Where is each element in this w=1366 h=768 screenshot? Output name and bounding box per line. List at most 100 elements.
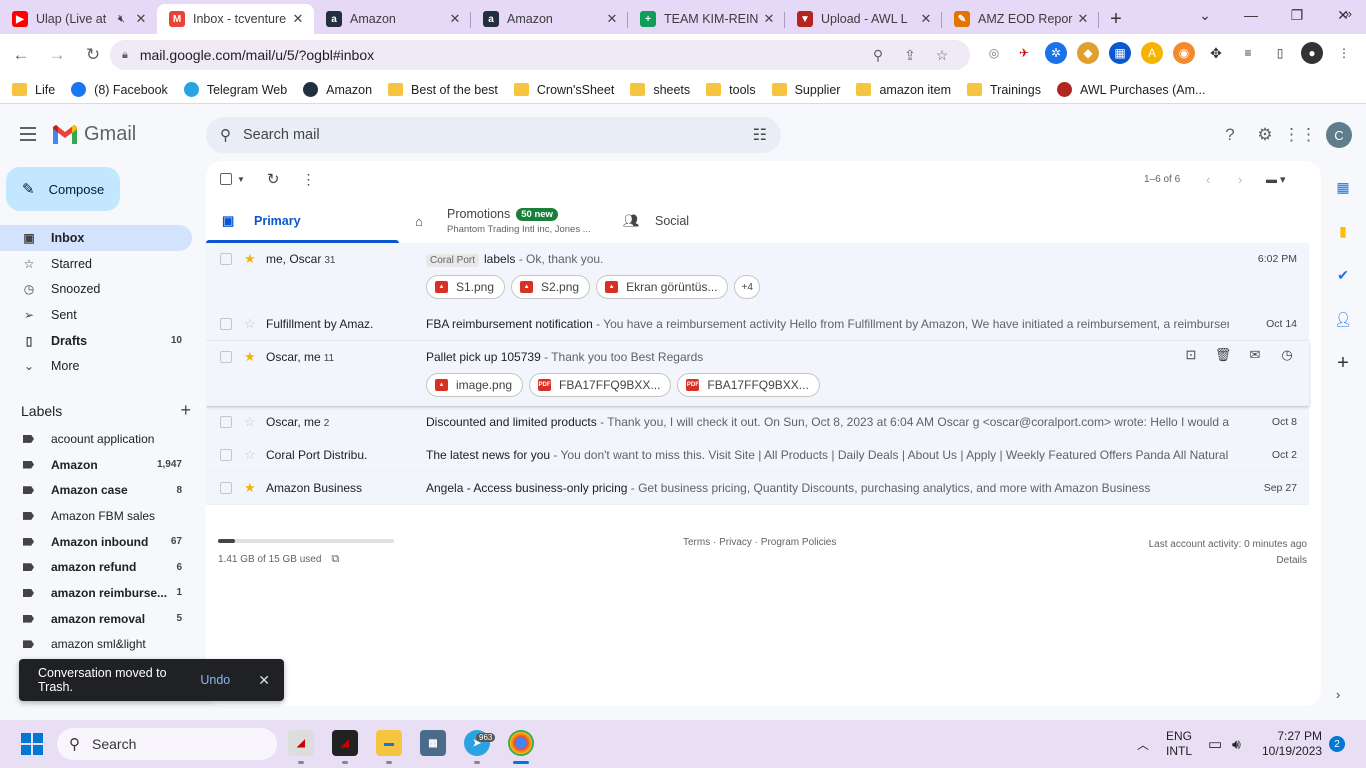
forward-icon[interactable]: → xyxy=(42,40,72,70)
browser-tab[interactable]: ▶ Ulap (Live at ✕ 🔇︎ xyxy=(0,4,157,34)
row-checkbox[interactable] xyxy=(220,416,232,428)
tab-primary[interactable]: ▣ Primary xyxy=(206,199,399,243)
row-checkbox[interactable] xyxy=(220,351,232,363)
tab-search-icon[interactable]: ⌄ xyxy=(1182,0,1228,30)
close-icon[interactable]: ✕ xyxy=(258,672,270,689)
star-icon[interactable]: ★ xyxy=(244,480,256,496)
search-icon[interactable]: ⚲ xyxy=(220,126,231,144)
bookmark-item[interactable]: (8) Facebook xyxy=(71,82,168,97)
close-tab-icon[interactable]: ✕ xyxy=(290,11,306,27)
next-page-icon[interactable]: › xyxy=(1238,172,1242,187)
browser-tab[interactable]: ▼ Upload - AWL L ✕ xyxy=(785,4,942,34)
new-tab-button[interactable]: + xyxy=(1099,4,1133,34)
media-icon[interactable]: ≡ xyxy=(1237,42,1259,64)
label-item[interactable]: amazon sml&light xyxy=(0,632,192,658)
help-icon[interactable]: ? xyxy=(1220,125,1240,145)
extension-icon[interactable]: ✲ xyxy=(1045,42,1067,64)
row-checkbox[interactable] xyxy=(220,318,232,330)
taskbar-search[interactable]: ⚲ Search xyxy=(57,728,277,760)
sidebar-item-drafts[interactable]: ▯ Drafts 10 xyxy=(0,328,192,354)
volume-icon[interactable]: 🔊︎ xyxy=(1232,720,1241,768)
keep-icon[interactable]: ▮ xyxy=(1328,209,1358,253)
browser-tab[interactable]: a Amazon ✕ xyxy=(471,4,628,34)
zoom-icon[interactable]: ⚲ xyxy=(862,47,894,64)
attachment-chip[interactable]: PDF FBA17FFQ9BXX... xyxy=(677,373,820,397)
file-explorer-icon[interactable]: ▬ xyxy=(376,730,402,756)
display-icon[interactable]: ▭ xyxy=(1208,720,1222,768)
extension-icon[interactable]: ◆ xyxy=(1077,42,1099,64)
chrome-menu-icon[interactable]: ⋮ xyxy=(1333,42,1355,64)
browser-tab[interactable]: + TEAM KIM-REIN ✕ xyxy=(628,4,785,34)
label-item[interactable]: amazon refund 6 xyxy=(0,554,192,580)
attachment-chip[interactable]: ▲ S1.png xyxy=(426,275,506,299)
details-link[interactable]: Details xyxy=(1149,553,1307,569)
language-indicator[interactable]: ENG INTL xyxy=(1166,720,1192,768)
sidebar-item-more[interactable]: ⌄ More xyxy=(0,353,192,379)
bookmark-item[interactable]: AWL Purchases (Am... xyxy=(1056,82,1205,97)
app-icon[interactable]: ◢ xyxy=(288,730,314,756)
row-checkbox[interactable] xyxy=(220,253,232,265)
back-icon[interactable]: ← xyxy=(6,40,36,70)
close-tab-icon[interactable]: ✕ xyxy=(761,11,777,27)
star-icon[interactable]: ☆ xyxy=(244,316,256,332)
footer-links[interactable]: Terms · Privacy · Program Policies xyxy=(683,537,836,548)
archive-icon[interactable]: ⊡ xyxy=(1181,347,1201,363)
label-item[interactable]: Amazon inbound 67 xyxy=(0,529,192,555)
bookmark-item[interactable]: Amazon xyxy=(303,82,372,97)
search-input[interactable]: Search mail xyxy=(243,127,753,143)
more-options-icon[interactable]: ⋮ xyxy=(302,171,316,188)
show-hidden-icons[interactable]: ︿ xyxy=(1137,720,1149,768)
tasks-icon[interactable]: ✔ xyxy=(1328,253,1358,297)
close-tab-icon[interactable]: ✕ xyxy=(1075,11,1091,27)
label-item[interactable]: Amazon FBM sales xyxy=(0,503,192,529)
expand-panel-icon[interactable]: › xyxy=(1336,687,1340,702)
bookmark-star-icon[interactable]: ☆ xyxy=(926,47,958,64)
share-icon[interactable]: ⇪ xyxy=(894,47,926,64)
row-checkbox[interactable] xyxy=(220,449,232,461)
attachment-chip[interactable]: ▲ Ekran görüntüs... xyxy=(596,275,729,299)
main-menu-icon[interactable] xyxy=(16,122,40,146)
attachment-chip[interactable]: ▲ S2.png xyxy=(511,275,591,299)
url-text[interactable]: mail.google.com/mail/u/5/?ogbl#inbox xyxy=(140,47,862,63)
puzzle-icon[interactable]: ✥ xyxy=(1205,42,1227,64)
side-panel-icon[interactable]: ▯ xyxy=(1269,42,1291,64)
label-item[interactable]: Amazon case 8 xyxy=(0,477,192,503)
label-item[interactable]: amazon removal 5 xyxy=(0,606,192,632)
input-tools-icon[interactable]: ▬ ▾ xyxy=(1266,173,1286,186)
extension-icon[interactable]: ◎ xyxy=(983,42,1005,64)
more-attachments[interactable]: +4 xyxy=(734,275,760,299)
star-icon[interactable]: ☆ xyxy=(244,414,256,430)
account-avatar[interactable]: C xyxy=(1326,122,1352,148)
minimize-icon[interactable]: — xyxy=(1228,0,1274,30)
sidebar-item-snoozed[interactable]: ◷ Snoozed xyxy=(0,276,192,302)
mark-unread-icon[interactable]: ✉ xyxy=(1245,347,1265,363)
contacts-icon[interactable]: 👤︎ xyxy=(1328,297,1358,341)
label-item[interactable]: Amazon 1,947 xyxy=(0,452,192,478)
tab-promotions[interactable]: ⌂ Promotions 50 new Phantom Trading Intl in… xyxy=(399,199,599,243)
bookmark-item[interactable]: Supplier xyxy=(771,83,840,97)
gmail-logo[interactable]: Gmail xyxy=(52,123,136,146)
email-row[interactable]: ☆ Fulfillment by Amaz. FBA reimbursement n… xyxy=(206,308,1309,341)
label-item[interactable]: amazon reimburse... 1 xyxy=(0,580,192,606)
sidebar-item-starred[interactable]: ☆ Starred xyxy=(0,251,192,277)
compose-button[interactable]: ✎ Compose xyxy=(6,167,120,211)
settings-gear-icon[interactable]: ⚙ xyxy=(1255,125,1275,145)
search-options-icon[interactable]: ☷ xyxy=(753,125,767,145)
bookmark-item[interactable]: Crown'sSheet xyxy=(513,83,614,97)
star-icon[interactable]: ☆ xyxy=(244,447,256,463)
lock-icon[interactable]: 🔒︎ xyxy=(122,49,128,62)
app-icon[interactable]: ◢ xyxy=(332,730,358,756)
attachment-chip[interactable]: ▲ image.png xyxy=(426,373,524,397)
tab-social[interactable]: 👥︎ Social xyxy=(607,199,787,243)
notification-center[interactable]: 2 xyxy=(1329,720,1345,768)
email-row[interactable]: ☆ Oscar, me 2 Discounted and limited produc… xyxy=(206,406,1309,439)
browser-tab[interactable]: a Amazon ✕ xyxy=(314,4,471,34)
attachment-chip[interactable]: PDF FBA17FFQ9BXX... xyxy=(529,373,672,397)
sidebar-item-inbox[interactable]: ▣ Inbox xyxy=(0,225,192,251)
extension-icon[interactable]: ▦ xyxy=(1109,42,1131,64)
extension-icon[interactable]: ✈ xyxy=(1013,42,1035,64)
bookmark-item[interactable]: sheets xyxy=(630,83,690,97)
extension-icon[interactable]: A xyxy=(1141,42,1163,64)
browser-tab[interactable]: ✎ AMZ EOD Repor ✕ xyxy=(942,4,1099,34)
bookmark-item[interactable]: tools xyxy=(706,83,756,97)
